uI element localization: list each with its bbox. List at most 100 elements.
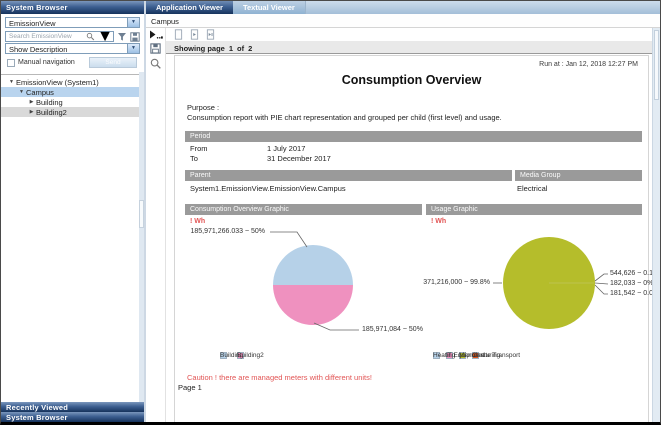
purpose-text: Consumption report with PIE chart repres… [187,113,502,122]
sidebar-scrollbar[interactable] [139,72,144,402]
usage-legend: Heating IT Equipment Manufacturing [433,351,479,360]
tab-application-viewer[interactable]: Application Viewer [146,1,233,14]
tree-item-building2[interactable]: ▶ Building2 [1,107,144,117]
report-scrollbar[interactable] [652,28,660,422]
tree-item-emissionview-system1[interactable]: ▼ EmissionView (System1) [1,77,144,87]
paging-prefix: Showing page [174,44,225,53]
pie2-callout-it-equipment: 544,626 ~ 0.15% [610,270,652,277]
parent-value: System1.EmissionView.EmissionView.Campus [190,184,346,193]
viewer-toolbar-vertical [146,28,166,422]
unit-warning-left: ! Wh [190,218,205,225]
pie1-callout-building: 185,971,266.033 ~ 50% [183,228,265,235]
consumption-graphic-header: Consumption Overview Graphic [185,204,422,215]
media-group-section-header: Media Group [515,170,642,181]
search-icon [86,32,95,41]
report-viewport: Run at : Jan 12, 2018 12:27 PM Consumpti… [166,54,652,422]
scrollbar-thumb[interactable] [139,200,144,228]
paging-separator: of [237,44,244,53]
report-title: Consumption Overview [175,73,648,87]
consumption-legend: Building Building2 [220,351,244,360]
save-icon[interactable] [130,32,140,42]
pie2-callout-manufacturing: 371,216,000 ~ 99.8% [405,279,490,286]
period-to-value: 31 December 2017 [267,154,331,163]
paging-current: 1 [229,44,233,53]
usage-pie-chart [503,237,595,329]
system-tree: ▼ EmissionView (System1) ▼ Campus ▶ Buil… [5,77,140,117]
purpose-label: Purpose : [187,103,219,112]
save-icon[interactable] [150,43,161,54]
run-report-icon[interactable] [149,30,163,39]
consumption-pie-chart [273,245,353,325]
tree-expand-icon[interactable]: ▼ [17,89,26,95]
tree-item-label: Building2 [36,108,67,117]
period-from-value: 1 July 2017 [267,144,305,153]
tree-item-campus[interactable]: ▼ Campus [1,87,144,97]
tree-collapse-icon[interactable]: ▶ [27,99,36,105]
paging-status-bar: Showing page 1 of 2 [166,41,652,54]
divider [1,74,144,75]
system-browser-body: EmissionView ▼ ▼ [1,14,144,402]
recently-viewed-label: Recently Viewed [6,403,68,412]
manual-navigation-checkbox[interactable] [7,59,15,67]
page-icon[interactable] [174,29,183,40]
view-selector-value: EmissionView [9,19,56,28]
paging-total: 2 [248,44,252,53]
main-body: Showing page 1 of 2 Run at : Jan 12, 2018 1… [146,28,660,422]
zoom-icon[interactable] [150,58,161,69]
legend-item: IT Equipment [446,352,453,359]
chevron-down-icon[interactable]: ▼ [127,44,139,53]
tab-bar: Application Viewer Textual Viewer [146,1,660,14]
page-toolbar [166,28,652,41]
chevron-down-icon[interactable]: ▼ [127,18,139,27]
system-browser-header[interactable]: System Browser [1,1,144,14]
legend-item: Building [220,352,227,359]
system-browser-panel: System Browser EmissionView ▼ ▼ [1,1,146,422]
viewer-content: Showing page 1 of 2 Run at : Jan 12, 2018 1… [166,28,652,422]
pie-callout-lines [175,56,650,422]
legend-item: Building2 [237,352,244,359]
manual-navigation-row: Manual navigation Send [5,57,140,68]
tree-item-label: EmissionView (System1) [16,78,99,87]
report-sheet: Run at : Jan 12, 2018 12:27 PM Consumpti… [174,55,649,422]
recently-viewed-header[interactable]: Recently Viewed [1,402,144,412]
main-area: Application Viewer Textual Viewer Campus [146,1,660,422]
system-browser-footer-label: System Browser [6,413,68,422]
legend-item: Manufacturing [459,352,466,359]
send-button[interactable]: Send [89,57,137,68]
period-section-header: Period [185,131,642,142]
search-box: ▼ [5,31,114,42]
search-row: ▼ [5,31,140,42]
tree-item-label: Building [36,98,63,107]
page-last-icon[interactable] [206,29,215,40]
system-browser-footer-header[interactable]: System Browser [1,412,144,422]
scrollbar-thumb[interactable] [654,30,659,100]
tree-expand-icon[interactable]: ▼ [7,79,16,85]
view-selector[interactable]: EmissionView ▼ [5,17,140,28]
tree-collapse-icon[interactable]: ▶ [27,109,36,115]
pie2-callout-heating: 182,033 ~ 0% [610,280,652,287]
page-next-icon[interactable] [190,29,199,40]
system-browser-title: System Browser [6,3,68,12]
legend-label: Building2 [237,352,264,359]
pie2-callout-onsite-transport: 181,542 ~ 0.05% [610,290,652,297]
manual-navigation-label: Manual navigation [18,59,75,66]
tree-item-building[interactable]: ▶ Building [1,97,144,107]
caution-message: Caution ! there are managed meters with … [187,373,372,382]
tree-item-label: Campus [26,88,54,97]
tab-textual-viewer[interactable]: Textual Viewer [233,1,306,14]
search-input[interactable] [6,32,86,41]
media-group-value: Electrical [517,184,547,193]
parent-section-header: Parent [185,170,512,181]
unit-warning-right: ! Wh [431,218,446,225]
application-window: System Browser EmissionView ▼ ▼ [0,0,661,425]
period-to-label: To [190,154,198,163]
legend-label: Onsite Transport [472,352,520,359]
run-at-timestamp: Run at : Jan 12, 2018 12:27 PM [539,61,638,68]
legend-item: Onsite Transport [472,352,479,359]
period-from-label: From [190,144,208,153]
breadcrumb: Campus [146,14,660,28]
description-selector[interactable]: Show Description ▼ [5,43,140,54]
filter-icon[interactable] [117,32,127,42]
pie1-callout-building2: 185,971,084 ~ 50% [362,326,423,333]
usage-graphic-header: Usage Graphic [426,204,642,215]
